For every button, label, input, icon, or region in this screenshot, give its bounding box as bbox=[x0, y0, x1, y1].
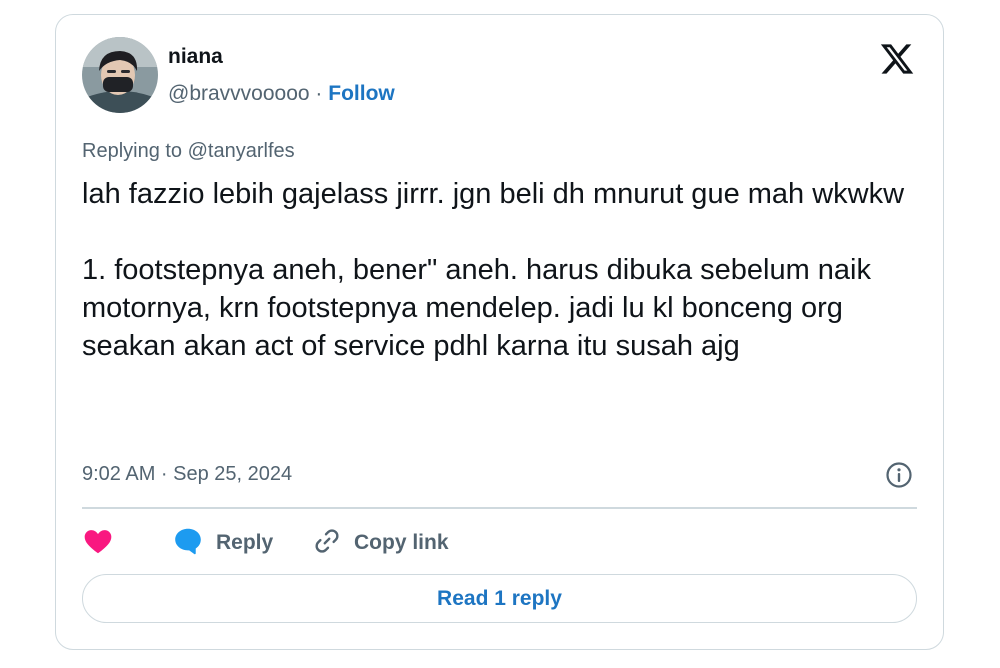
link-icon bbox=[312, 526, 342, 561]
avatar[interactable] bbox=[82, 37, 158, 113]
read-replies-button[interactable]: Read 1 reply bbox=[82, 574, 917, 623]
display-name[interactable]: niana bbox=[168, 45, 223, 69]
tweet-paragraph: lah fazzio lebih gajelass jirrr. jgn bel… bbox=[82, 178, 905, 210]
divider bbox=[82, 507, 917, 509]
handle-row: @bravvvooooo · Follow bbox=[168, 82, 395, 106]
replying-prefix: Replying to bbox=[82, 140, 183, 162]
like-button[interactable] bbox=[82, 525, 172, 562]
separator: · bbox=[315, 82, 323, 105]
action-bar: Reply Copy link bbox=[82, 523, 449, 563]
heart-icon bbox=[82, 525, 114, 562]
reply-label: Reply bbox=[216, 531, 274, 554]
copy-link-label: Copy link bbox=[354, 531, 449, 554]
speech-bubble-icon bbox=[172, 525, 204, 562]
reply-button[interactable]: Reply bbox=[172, 525, 312, 562]
tweet-text: lah fazzio lebih gajelass jirrr. jgn bel… bbox=[82, 175, 912, 365]
tweet-paragraph: 1. footstepnya aneh, bener" aneh. harus … bbox=[82, 254, 872, 362]
reply-mention-link[interactable]: @tanyarlfes bbox=[188, 140, 295, 162]
tweet-card: niana @bravvvooooo · Follow Replying to … bbox=[55, 14, 944, 650]
info-icon[interactable] bbox=[885, 461, 913, 489]
follow-button[interactable]: Follow bbox=[328, 82, 395, 105]
x-logo-icon[interactable] bbox=[879, 41, 915, 77]
replying-to: Replying to @tanyarlfes bbox=[82, 140, 295, 163]
user-handle[interactable]: @bravvvooooo bbox=[168, 82, 310, 105]
tweet-timestamp[interactable]: 9:02 AM · Sep 25, 2024 bbox=[82, 463, 292, 486]
copy-link-button[interactable]: Copy link bbox=[312, 526, 449, 561]
